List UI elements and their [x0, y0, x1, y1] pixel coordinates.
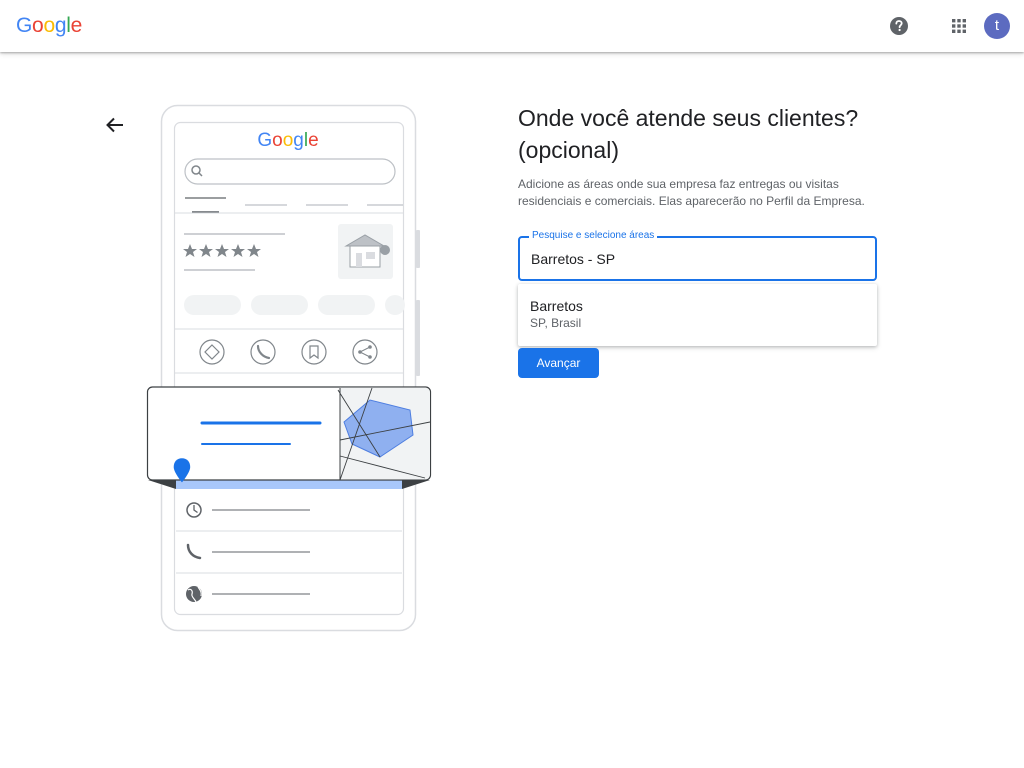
google-logo[interactable]: Google	[16, 14, 82, 38]
help-circle-icon	[890, 17, 908, 35]
apps-button[interactable]	[949, 16, 969, 36]
account-avatar[interactable]: t	[984, 13, 1010, 39]
top-app-bar: Google t	[0, 0, 1024, 52]
help-button[interactable]	[889, 16, 909, 36]
logo-letter-g2: g	[54, 14, 67, 37]
suggestion-secondary-text: SP, Brasil	[530, 316, 582, 330]
next-button[interactable]: Avançar	[518, 348, 599, 378]
apps-grid-icon	[952, 19, 966, 33]
back-button[interactable]	[103, 113, 127, 137]
suggestion-primary-text: Barretos	[530, 298, 583, 314]
search-field-label: Pesquise e selecione áreas	[529, 229, 658, 243]
autocomplete-suggestion[interactable]: Barretos SP, Brasil	[518, 284, 877, 346]
logo-letter-o1: o	[32, 14, 44, 37]
service-area-search-input[interactable]	[531, 248, 861, 270]
logo-letter-g: G	[16, 14, 33, 37]
service-area-search-field[interactable]: Pesquise e selecione áreas	[518, 229, 877, 281]
page-title: Onde você atende seus clientes? (opciona…	[518, 105, 859, 163]
arrow-back-icon	[106, 117, 123, 133]
logo-letter-o2: o	[43, 14, 55, 37]
logo-letter-e: e	[70, 14, 83, 37]
page-description: Adicione as áreas onde sua empresa faz e…	[518, 177, 865, 208]
phone-google-logo: Google	[257, 130, 318, 151]
business-profile-illustration: Google	[146, 104, 432, 632]
